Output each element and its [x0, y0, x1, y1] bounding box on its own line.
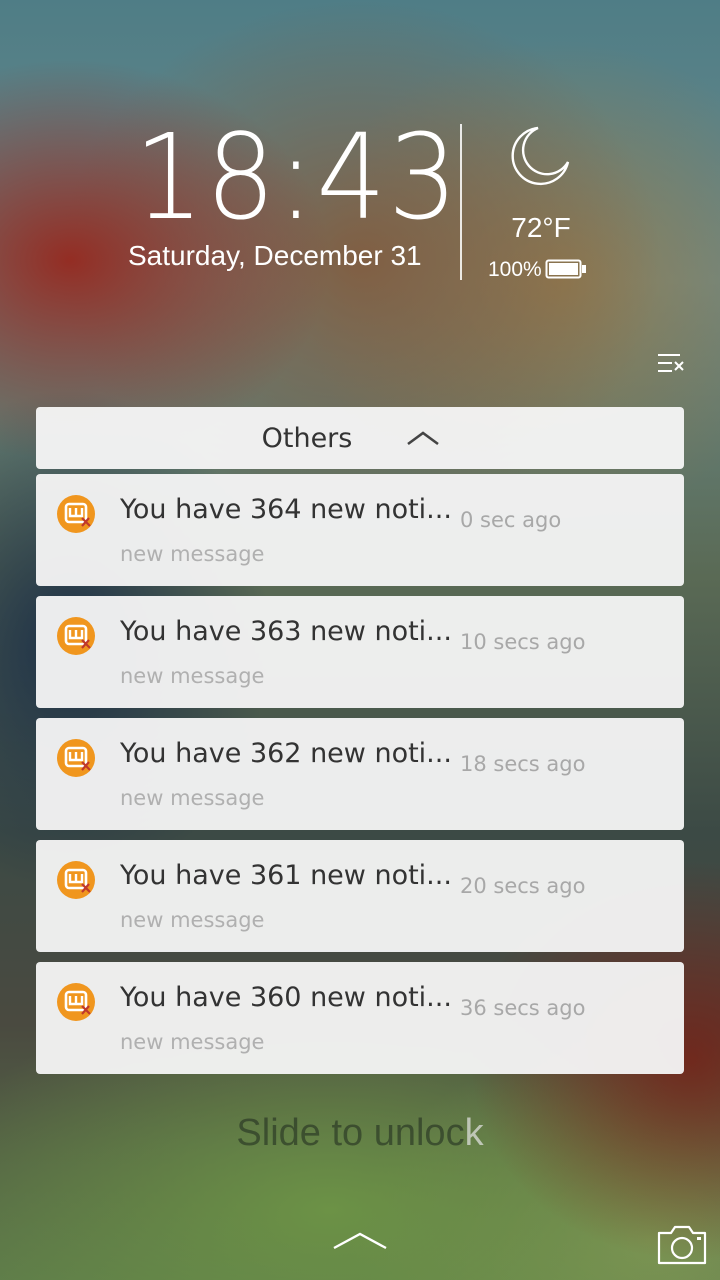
notification-time: 36 secs ago [460, 996, 586, 1020]
notification-group-header[interactable]: Others [36, 407, 684, 469]
clock-time: 18:43 [134, 108, 460, 246]
app-notification-icon [57, 739, 95, 777]
chevron-up-icon[interactable] [406, 429, 440, 447]
header-divider [460, 124, 462, 280]
slide-to-unlock-hint: Slide to unlock [0, 1112, 720, 1155]
clock-date: Saturday, December 31 [128, 240, 422, 271]
notification-time: 10 secs ago [460, 630, 586, 654]
app-notification-icon [57, 861, 95, 899]
battery-percent: 100% [488, 258, 542, 281]
notification-title: You have 364 new noti... [120, 494, 452, 525]
app-notification-icon [57, 983, 95, 1021]
app-notification-icon [57, 495, 95, 533]
notification-card[interactable]: You have 364 new noti... 0 sec ago new mes… [36, 474, 684, 586]
notification-time: 20 secs ago [460, 874, 586, 898]
camera-icon[interactable] [656, 1222, 708, 1266]
clear-all-icon[interactable] [656, 352, 686, 374]
notification-card[interactable]: You have 363 new noti... 10 secs ago new m… [36, 596, 684, 708]
group-title: Others [261, 423, 353, 454]
app-notification-icon [57, 617, 95, 655]
notification-title: You have 360 new noti... [120, 982, 452, 1013]
battery-icon [545, 259, 586, 279]
notification-card[interactable]: You have 360 new noti... 36 secs ago new m… [36, 962, 684, 1074]
notification-card[interactable]: You have 361 new noti... 20 secs ago new m… [36, 840, 684, 952]
temperature: 72°F [511, 212, 571, 243]
swipe-up-chevron-icon[interactable] [332, 1228, 388, 1252]
notification-title: You have 361 new noti... [120, 860, 452, 891]
notification-title: You have 362 new noti... [120, 738, 452, 769]
notification-title: You have 363 new noti... [120, 616, 452, 647]
notification-time: 0 sec ago [460, 508, 562, 532]
notification-subtitle: new message [120, 786, 265, 810]
notification-subtitle: new message [120, 908, 265, 932]
notification-subtitle: new message [120, 664, 265, 688]
notification-subtitle: new message [120, 1030, 265, 1054]
notification-time: 18 secs ago [460, 752, 586, 776]
notification-card[interactable]: You have 362 new noti... 18 secs ago new m… [36, 718, 684, 830]
slide-hint-main: Slide to unloc [236, 1112, 465, 1154]
moon-icon [511, 126, 570, 186]
notification-subtitle: new message [120, 542, 265, 566]
slide-hint-tail: k [464, 1112, 484, 1154]
